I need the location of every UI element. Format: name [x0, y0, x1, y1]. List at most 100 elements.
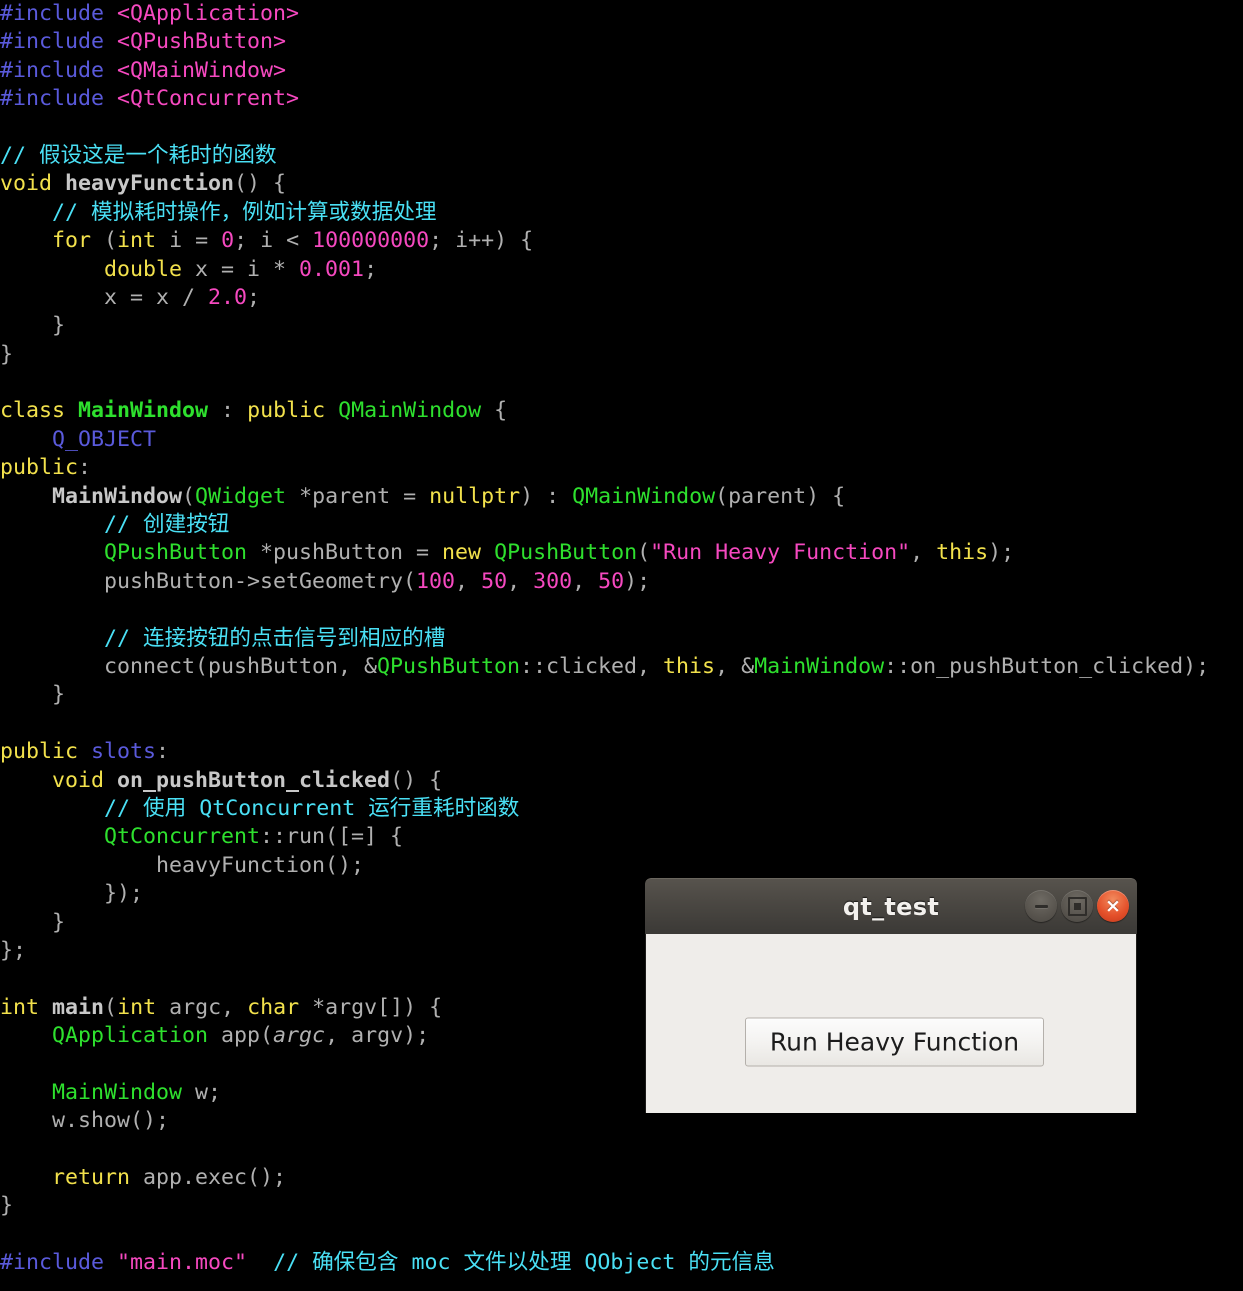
code-line: // 连接按钮的点击信号到相应的槽 [0, 625, 1243, 653]
code-line: // 假设这是一个耗时的函数 [0, 142, 1243, 170]
code-token: new [442, 540, 482, 566]
code-token: 100000000 [312, 228, 430, 254]
code-token: #include [0, 1250, 105, 1276]
code-token: , argv); [325, 1023, 430, 1049]
code-token: double [104, 256, 183, 282]
code-token: , [572, 568, 599, 594]
code-line: class MainWindow : public QMainWindow { [0, 397, 1243, 425]
code-line: QtConcurrent::run([=] { [0, 823, 1243, 851]
code-line: // 使用 QtConcurrent 运行重耗时函数 [0, 795, 1243, 823]
code-token: <QMainWindow> [117, 57, 287, 83]
code-token: } [0, 909, 66, 935]
code-token: *pushButton = [247, 540, 443, 566]
run-heavy-function-button[interactable]: Run Heavy Function [745, 1017, 1044, 1067]
code-token: argc, [156, 994, 248, 1020]
code-token: , & [715, 653, 755, 679]
code-line: void heavyFunction() { [0, 170, 1243, 198]
code-token: QtConcurrent [104, 824, 261, 850]
close-icon: × [1105, 894, 1121, 917]
code-line: } [0, 312, 1243, 340]
code-line: void on_pushButton_clicked() { [0, 767, 1243, 795]
code-token: app( [208, 1023, 274, 1049]
minimize-button[interactable] [1025, 890, 1057, 922]
code-token: (parent) { [715, 483, 846, 509]
code-token: MainWindow [52, 483, 183, 509]
code-line: for (int i = 0; i < 100000000; i++) { [0, 227, 1243, 255]
code-token: ::clicked, [520, 653, 664, 679]
code-token: }); [0, 881, 144, 907]
code-token: : [208, 398, 248, 424]
code-line: QPushButton *pushButton = new QPushButto… [0, 539, 1243, 567]
code-token: public [0, 455, 79, 481]
code-token: *argv[]) { [299, 994, 443, 1020]
code-token: ( [637, 540, 651, 566]
window-titlebar[interactable]: qt_test × [645, 878, 1137, 934]
code-line: return app.exec(); [0, 1164, 1243, 1192]
code-token: // 创建按钮 [0, 512, 230, 538]
code-token: ; [247, 284, 261, 310]
qt-application-window[interactable]: qt_test × Run Heavy Function [645, 878, 1137, 1113]
code-token: ) : [520, 483, 573, 509]
code-token: ::on_pushButton_clicked); [884, 653, 1210, 679]
code-token: ( [91, 228, 118, 254]
code-token: ; [364, 256, 378, 282]
code-line: double x = i * 0.001; [0, 256, 1243, 284]
code-token: ( [104, 994, 118, 1020]
code-token: argc [273, 1023, 326, 1049]
code-token: #include [0, 86, 105, 112]
code-token: // 使用 QtConcurrent 运行重耗时函数 [0, 795, 520, 821]
code-line: MainWindow(QWidget *parent = nullptr) : … [0, 483, 1243, 511]
code-token: { [481, 398, 508, 424]
code-token: #include [0, 29, 105, 55]
code-token: w; [182, 1079, 222, 1105]
code-line: // 模拟耗时操作，例如计算或数据处理 [0, 199, 1243, 227]
code-token: MainWindow [754, 653, 885, 679]
maximize-icon [1067, 896, 1087, 916]
code-token: // 确保包含 moc 文件以处理 QObject 的元信息 [273, 1250, 775, 1276]
code-token: on_pushButton_clicked [117, 767, 391, 793]
code-line: } [0, 681, 1243, 709]
code-token: this [936, 540, 989, 566]
code-token: connect(pushButton, & [0, 653, 378, 679]
code-token: w.show(); [0, 1108, 170, 1134]
code-token: 0 [221, 228, 235, 254]
code-line: } [0, 341, 1243, 369]
code-token: heavyFunction [65, 171, 235, 197]
code-token: } [0, 313, 66, 339]
code-line: public: [0, 454, 1243, 482]
code-token: nullptr [429, 483, 521, 509]
code-line: connect(pushButton, &QPushButton::clicke… [0, 653, 1243, 681]
code-token: : [78, 455, 92, 481]
code-line: } [0, 1192, 1243, 1220]
code-token: () { [234, 171, 287, 197]
code-line: // 创建按钮 [0, 511, 1243, 539]
code-token: QPushButton [104, 540, 248, 566]
code-token: ; i < [234, 228, 313, 254]
code-token: MainWindow [52, 1079, 183, 1105]
code-token: int [117, 994, 157, 1020]
code-token: ( [182, 483, 196, 509]
code-line: pushButton->setGeometry(100, 50, 300, 50… [0, 568, 1243, 596]
maximize-button[interactable] [1061, 890, 1093, 922]
code-token: , [910, 540, 937, 566]
code-token: i = [156, 228, 222, 254]
code-line: x = x / 2.0; [0, 284, 1243, 312]
close-button[interactable]: × [1097, 890, 1129, 922]
code-token: QApplication [52, 1023, 209, 1049]
code-token: } [0, 341, 14, 367]
